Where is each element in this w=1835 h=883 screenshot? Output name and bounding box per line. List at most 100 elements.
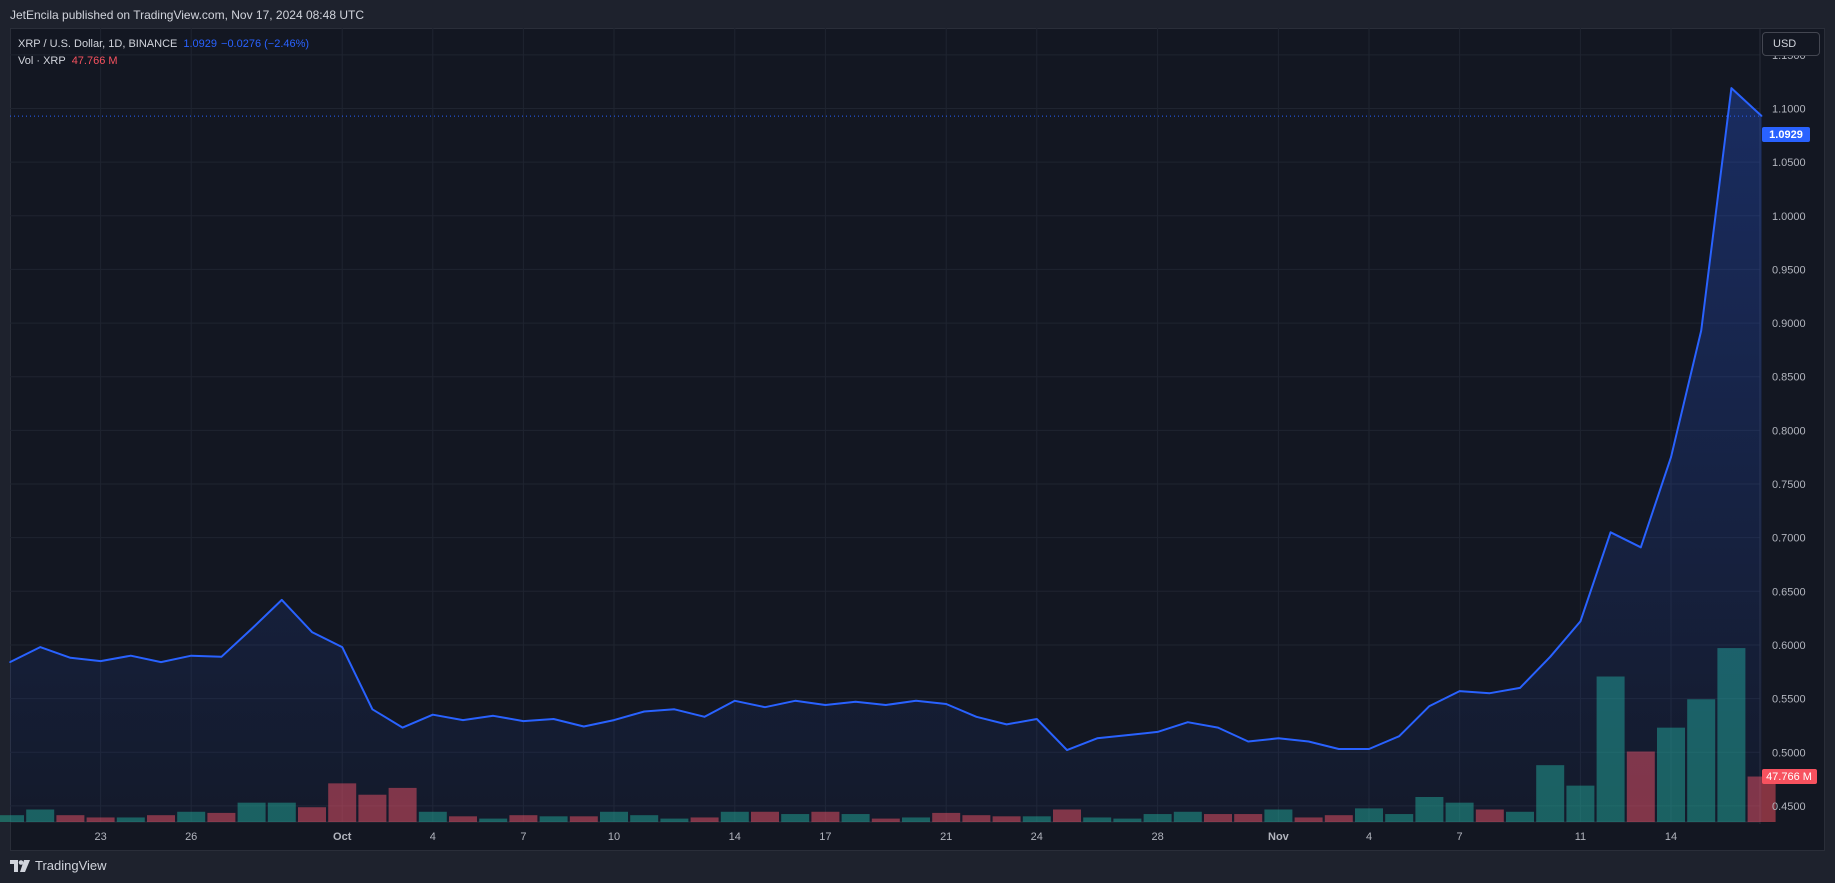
price-point [250, 628, 253, 630]
price-point [1096, 737, 1098, 740]
price-point [69, 657, 72, 659]
price-point [492, 714, 495, 717]
x-tick-label: 14 [1665, 831, 1677, 843]
price-point [1338, 748, 1340, 750]
price-point [1670, 456, 1672, 458]
price-point [854, 701, 857, 703]
y-tick-label: 0.8000 [1772, 425, 1806, 437]
price-point [401, 726, 404, 729]
price-point [371, 708, 374, 711]
legend-volume-value: 47.766 M [71, 55, 118, 67]
price-point [1700, 329, 1702, 332]
y-tick-label: 0.9500 [1772, 264, 1806, 276]
price-point [764, 706, 766, 708]
price-point [1579, 620, 1582, 623]
price-point [190, 654, 192, 657]
footer-brand-text: TradingView [35, 858, 107, 873]
price-point [1398, 735, 1400, 737]
price-point [1005, 723, 1008, 726]
volume-badge-text: 47.766 M [1766, 771, 1812, 783]
legend-last-price: 1.0929 [183, 38, 218, 50]
x-tick-label: 10 [608, 831, 620, 843]
y-tick-label: 0.8500 [1772, 372, 1806, 384]
y-tick-label: 0.4500 [1772, 801, 1806, 813]
x-tick-label: Oct [333, 831, 352, 843]
footer-brand[interactable]: TradingView [10, 858, 107, 873]
price-point [220, 655, 223, 658]
legend-symbol-row[interactable]: XRP / U.S. Dollar, 1D, BINANCE 1.0929 −0.0… [18, 36, 309, 53]
price-area-fill [10, 88, 1762, 823]
price-point [1519, 687, 1521, 689]
price-point [1066, 749, 1068, 751]
y-tick-label: 0.7500 [1772, 479, 1806, 491]
price-point [1489, 692, 1491, 695]
price-point [130, 654, 132, 657]
price-point [1187, 721, 1189, 724]
x-tick-label: 24 [1031, 831, 1043, 843]
x-tick-label: 26 [185, 831, 197, 843]
price-point [1307, 740, 1310, 743]
x-tick-label: Nov [1268, 831, 1290, 843]
price-point [1217, 726, 1219, 729]
price-point [945, 703, 947, 705]
x-tick-label: 4 [430, 831, 436, 843]
price-point [1368, 748, 1370, 750]
y-tick-label: 0.9000 [1772, 318, 1806, 330]
time-axis[interactable]: 23 26 Oct 4 7 10 14 17 21 24 28 Nov 4 7 11 14 [94, 831, 1677, 843]
price-point [915, 699, 917, 702]
x-tick-label: 17 [819, 831, 831, 843]
price-point [1126, 734, 1129, 736]
price-point [1156, 731, 1159, 733]
y-tick-label: 1.1000 [1772, 103, 1806, 115]
price-point [160, 661, 162, 663]
x-tick-label: 21 [940, 831, 952, 843]
price-point [613, 719, 615, 721]
y-tick-label: 1.0500 [1772, 157, 1806, 169]
price-point [552, 718, 555, 720]
price-point [1730, 87, 1733, 89]
price-point [432, 713, 434, 716]
x-tick-label: 11 [1575, 831, 1586, 843]
price-point [1609, 531, 1612, 534]
x-tick-label: 14 [729, 831, 741, 843]
price-point [281, 599, 283, 601]
price-point [1458, 690, 1461, 692]
price-point [1428, 705, 1431, 707]
y-tick-label: 0.6000 [1772, 640, 1806, 652]
x-tick-label: 7 [1457, 831, 1463, 843]
price-point [1549, 655, 1551, 658]
price-point [794, 699, 796, 702]
axis-badges: 1.0929 47.766 M [1762, 127, 1817, 784]
y-tick-label: 0.5500 [1772, 694, 1806, 706]
legend-volume-label: Vol · XRP [18, 55, 66, 67]
price-point [673, 708, 676, 711]
price-point [311, 631, 313, 633]
x-tick-label: 23 [94, 831, 106, 843]
price-axis[interactable]: 1.15001.10001.05001.00000.95000.90000.85… [1772, 50, 1806, 813]
currency-button[interactable]: USD [1762, 32, 1820, 56]
tradingview-logo-icon [10, 859, 30, 872]
price-point [341, 646, 344, 648]
price-chart[interactable]: 1.15001.10001.05001.00000.95000.90000.85… [0, 0, 1835, 855]
price-point [1760, 115, 1763, 117]
price-point [39, 646, 41, 648]
price-point [885, 704, 887, 706]
price-badge-text: 1.0929 [1769, 129, 1803, 141]
legend-change: −0.0276 (−2.46%) [221, 38, 310, 50]
y-tick-label: 0.6500 [1772, 586, 1806, 598]
price-area-layer [9, 87, 1763, 823]
legend-symbol: XRP / U.S. Dollar, 1D, BINANCE [18, 38, 178, 50]
price-point [643, 710, 645, 713]
y-tick-label: 1.0000 [1772, 211, 1806, 223]
price-point [1036, 718, 1038, 720]
price-point [975, 716, 978, 718]
price-point [99, 660, 102, 662]
price-point [703, 716, 706, 718]
legend-volume-row[interactable]: Vol · XRP 47.766 M [18, 53, 309, 70]
price-point [824, 704, 827, 706]
y-tick-label: 0.7000 [1772, 533, 1806, 545]
price-point [1640, 546, 1642, 549]
price-point [9, 661, 11, 663]
price-point [1247, 740, 1249, 743]
price-point [1277, 737, 1280, 740]
